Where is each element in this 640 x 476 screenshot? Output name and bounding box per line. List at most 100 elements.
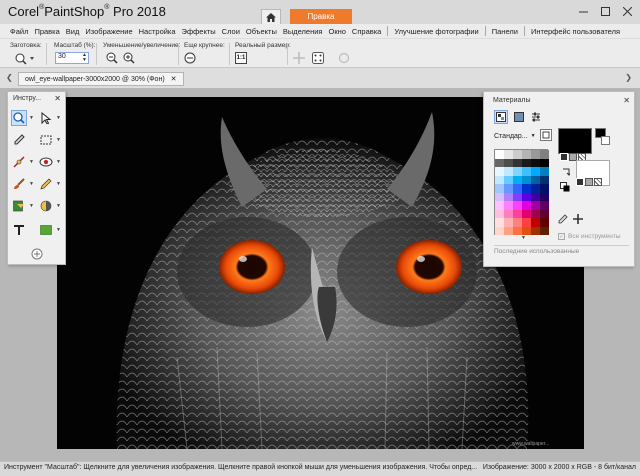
color-swatch[interactable]	[504, 218, 513, 227]
color-swatch[interactable]	[540, 209, 549, 218]
color-swatch[interactable]	[513, 218, 522, 227]
color-swatch[interactable]	[522, 150, 531, 159]
color-swatch[interactable]	[540, 226, 549, 235]
color-swatch[interactable]	[495, 158, 504, 167]
zoom-tool[interactable]	[11, 110, 27, 126]
chevron-down-icon[interactable]: ▼	[56, 137, 61, 143]
color-swatch[interactable]	[531, 158, 540, 167]
zoom-more-button[interactable]	[184, 52, 196, 66]
close-icon[interactable]: ✕	[54, 94, 61, 103]
color-swatch[interactable]	[513, 226, 522, 235]
color-swatch[interactable]	[504, 209, 513, 218]
solid-style-icon[interactable]	[560, 153, 568, 161]
color-swatch[interactable]	[522, 158, 531, 167]
color-swatch[interactable]	[513, 167, 522, 176]
color-swatch[interactable]	[540, 218, 549, 227]
minimize-button[interactable]	[572, 2, 594, 20]
paint-brush-tool[interactable]	[11, 176, 27, 192]
chevron-down-icon[interactable]: ▼	[521, 235, 526, 241]
chevron-down-icon[interactable]: ▼	[56, 181, 61, 187]
palette-menu-button[interactable]	[540, 129, 552, 141]
actual-size-button[interactable]: 1:1	[235, 52, 247, 64]
pick-tool[interactable]	[38, 110, 54, 126]
color-swatch[interactable]	[513, 201, 522, 210]
color-swatch[interactable]	[540, 201, 549, 210]
color-swatch[interactable]	[531, 184, 540, 193]
color-swatch[interactable]	[522, 209, 531, 218]
chevron-down-icon[interactable]: ▼	[56, 115, 61, 121]
menu-view[interactable]: Вид	[66, 27, 80, 36]
chevron-down-icon[interactable]: ▼	[56, 159, 61, 165]
color-swatch[interactable]	[513, 150, 522, 159]
menu-photo-enhance[interactable]: Улучшение фотографии	[394, 27, 478, 36]
all-tools-checkbox[interactable]: ✓ Все инструменты	[558, 233, 621, 240]
presets-dice-button[interactable]	[312, 52, 324, 66]
close-button[interactable]	[616, 2, 638, 20]
color-swatch[interactable]	[540, 175, 549, 184]
color-swatch[interactable]	[531, 167, 540, 176]
reset-button[interactable]	[338, 52, 350, 66]
color-swatch[interactable]	[504, 201, 513, 210]
rainbow-tab[interactable]	[512, 110, 526, 124]
tabs-scroll-right-icon[interactable]: ❯	[625, 73, 632, 82]
color-swatch[interactable]	[495, 218, 504, 227]
color-swatch[interactable]	[495, 192, 504, 201]
foreground-color-swatch[interactable]	[558, 128, 592, 154]
solid-style-icon[interactable]	[576, 178, 584, 186]
menu-layers[interactable]: Слои	[222, 27, 240, 36]
color-swatch[interactable]	[504, 184, 513, 193]
gradient-style-icon[interactable]	[585, 178, 593, 186]
dropper-tool[interactable]	[11, 132, 27, 148]
document-tab[interactable]: owl_eye-wallpaper-3000x2000 @ 30% (Фон) …	[18, 72, 184, 86]
color-swatch[interactable]	[495, 201, 504, 210]
color-swatch[interactable]	[522, 226, 531, 235]
shape-tool[interactable]	[38, 222, 54, 238]
color-swatch[interactable]	[531, 218, 540, 227]
pattern-style-icon[interactable]	[594, 178, 602, 186]
zoom-in-button[interactable]	[123, 52, 135, 66]
color-swatch[interactable]	[522, 218, 531, 227]
swatch-tab[interactable]	[494, 110, 508, 124]
selection-tool[interactable]	[38, 132, 54, 148]
color-swatch[interactable]	[531, 192, 540, 201]
color-swatch[interactable]	[540, 150, 549, 159]
color-swatch[interactable]	[495, 226, 504, 235]
menu-image[interactable]: Изображение	[85, 27, 132, 36]
tab-edit[interactable]: Правка	[290, 9, 352, 24]
color-swatch[interactable]	[495, 209, 504, 218]
color-swatch[interactable]	[531, 175, 540, 184]
chevron-down-icon[interactable]: ▼	[29, 203, 34, 209]
preset-picker[interactable]	[14, 52, 36, 65]
tab-close-icon[interactable]: ✕	[171, 75, 177, 83]
menu-user-interface[interactable]: Интерфейс пользователя	[531, 27, 620, 36]
clone-tool[interactable]	[11, 198, 27, 214]
red-eye-tool[interactable]	[38, 154, 54, 170]
color-swatch[interactable]	[522, 184, 531, 193]
menu-palettes[interactable]: Панели	[492, 27, 518, 36]
tabs-scroll-left-icon[interactable]: ❮	[6, 73, 13, 82]
color-swatch[interactable]	[540, 158, 549, 167]
color-swatch[interactable]	[504, 158, 513, 167]
add-swatch-button[interactable]	[572, 213, 584, 227]
color-swatch[interactable]	[495, 167, 504, 176]
color-swatch[interactable]	[513, 192, 522, 201]
color-swatch[interactable]	[522, 175, 531, 184]
background-small-swatch[interactable]	[601, 136, 610, 145]
color-swatch[interactable]	[531, 209, 540, 218]
zoom-out-button[interactable]	[106, 52, 118, 66]
color-swatch[interactable]	[513, 158, 522, 167]
maximize-button[interactable]	[594, 2, 616, 20]
straighten-tool[interactable]	[11, 154, 27, 170]
menu-edit[interactable]: Правка	[34, 27, 59, 36]
color-swatch[interactable]	[495, 150, 504, 159]
chevron-down-icon[interactable]: ▼	[56, 227, 61, 233]
sliders-tab[interactable]	[529, 110, 543, 124]
menu-selections[interactable]: Выделения	[283, 27, 323, 36]
color-swatch[interactable]	[504, 226, 513, 235]
color-swatch[interactable]	[531, 226, 540, 235]
color-swatch[interactable]	[513, 175, 522, 184]
color-swatch[interactable]	[540, 192, 549, 201]
menu-help[interactable]: Справка	[352, 27, 381, 36]
menu-window[interactable]: Окно	[328, 27, 345, 36]
color-swatch[interactable]	[522, 167, 531, 176]
